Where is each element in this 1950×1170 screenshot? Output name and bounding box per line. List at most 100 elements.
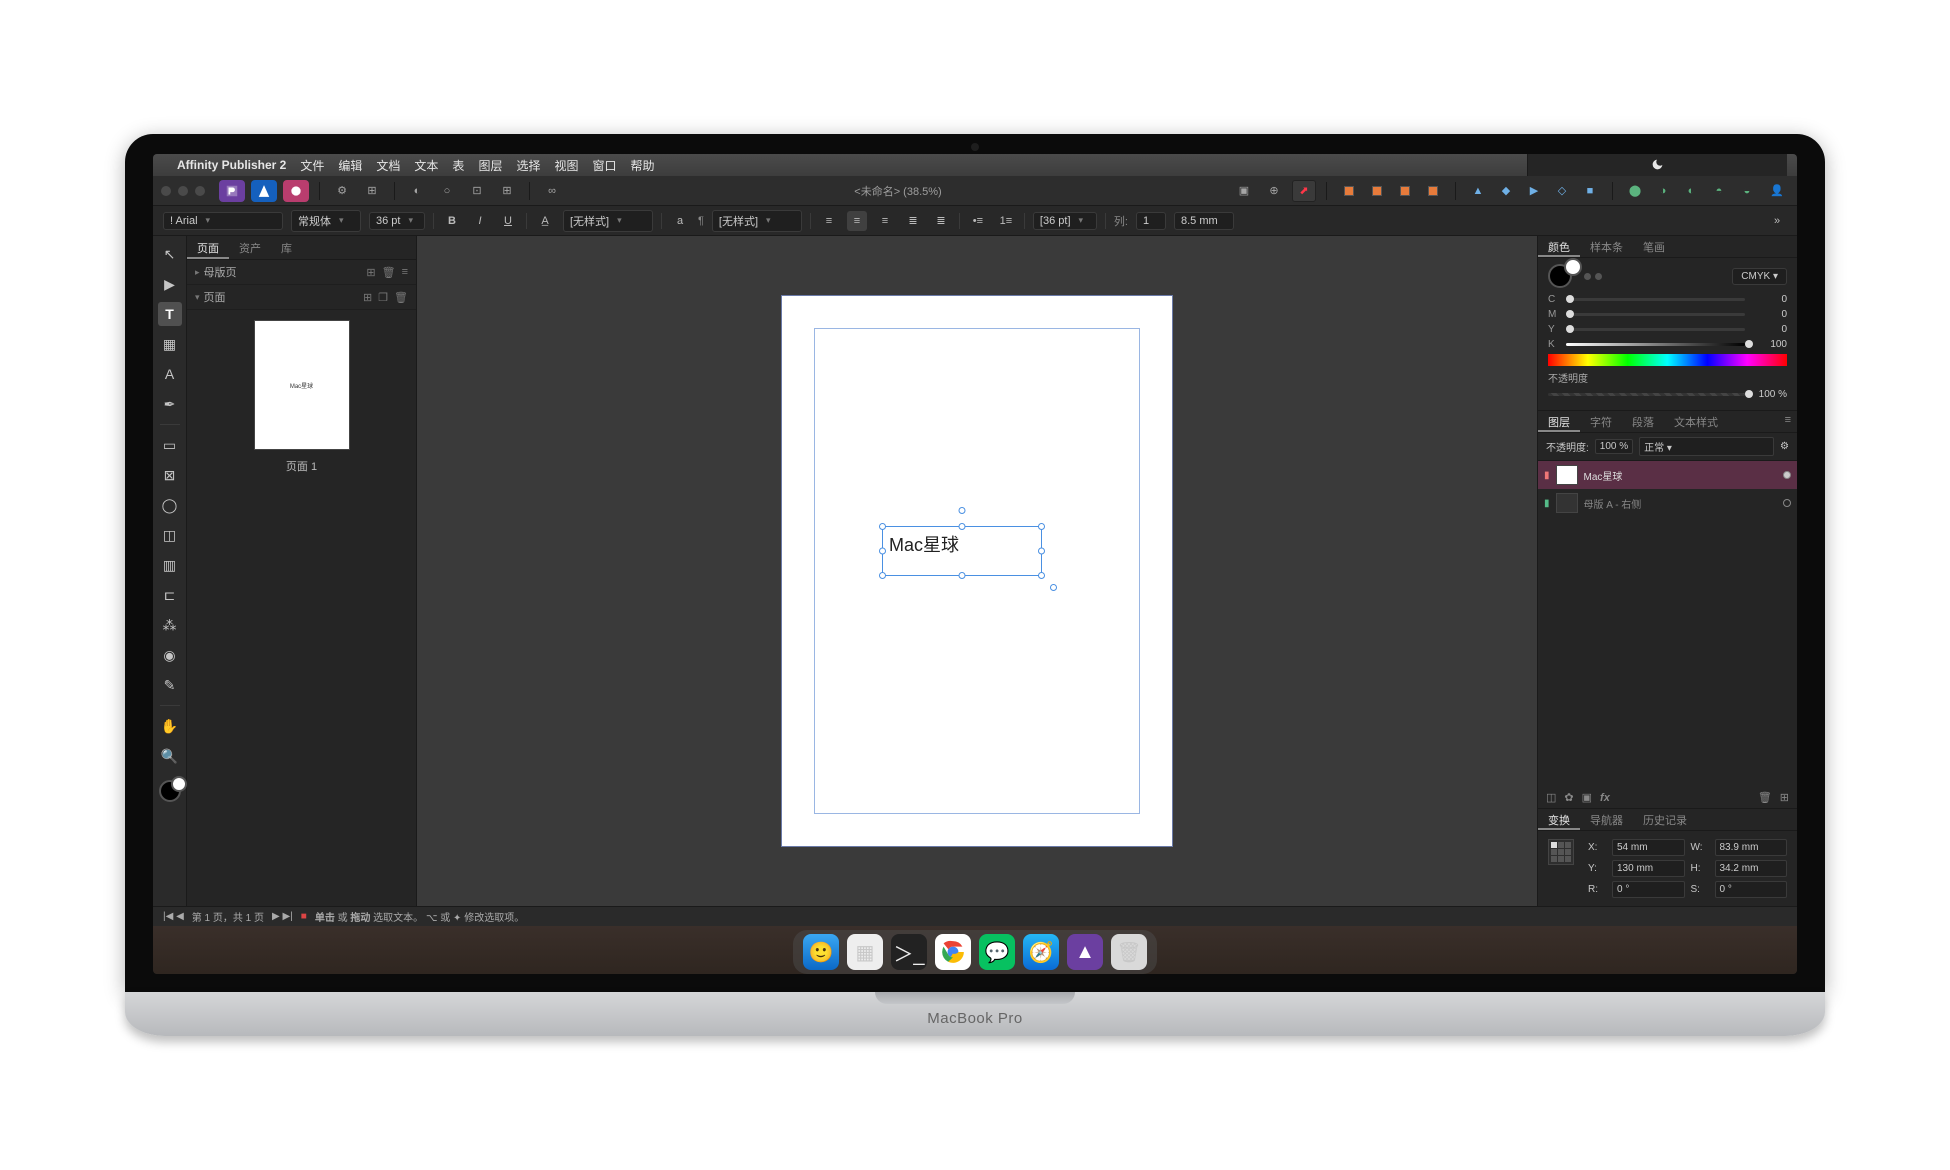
handle-top-right[interactable]: [1038, 523, 1045, 530]
master-add-icon[interactable]: ⊞: [366, 266, 375, 279]
page-add-icon[interactable]: ⊞: [363, 291, 372, 304]
layer-item-1[interactable]: ▮ 母版 A - 右侧: [1538, 489, 1797, 517]
toolbar-btn-6[interactable]: ⊕: [1262, 180, 1286, 202]
align-1[interactable]: ▲: [1466, 180, 1490, 202]
align-5[interactable]: ■: [1578, 180, 1602, 202]
document-page[interactable]: Mac星球: [782, 296, 1172, 846]
arrange-3[interactable]: [1393, 180, 1417, 202]
menu-file[interactable]: 文件: [300, 157, 324, 174]
pages-section[interactable]: 页面 ⊞❐🗑: [187, 285, 416, 310]
tab-paragraph[interactable]: 段落: [1622, 411, 1664, 432]
layer-lock-icon[interactable]: ⚙: [1780, 441, 1789, 452]
font-weight-dropdown[interactable]: 常规体: [291, 210, 361, 232]
align-right-button[interactable]: ≡: [875, 211, 895, 231]
picture-frame-tool[interactable]: ⊠: [158, 463, 182, 487]
menu-select[interactable]: 选择: [516, 157, 540, 174]
fx-icon-1[interactable]: ◫: [1546, 791, 1556, 804]
align-justify-button[interactable]: ≣: [903, 211, 923, 231]
menu-layer[interactable]: 图层: [478, 157, 502, 174]
character-panel-icon[interactable]: A̲: [535, 211, 555, 231]
handle-bot-right[interactable]: [1038, 572, 1045, 579]
align-4[interactable]: ◇: [1550, 180, 1574, 202]
bool-5[interactable]: ◒: [1735, 180, 1759, 202]
status-rec-icon[interactable]: ■: [301, 911, 307, 922]
ellipse-tool[interactable]: ◯: [158, 493, 182, 517]
masters-section[interactable]: 母版页 ⊞🗑≡: [187, 260, 416, 285]
pen-tool[interactable]: ✒: [158, 392, 182, 416]
dock-launchpad[interactable]: ▦: [847, 934, 883, 970]
node-tool[interactable]: ▶: [158, 272, 182, 296]
app-menu[interactable]: Affinity Publisher 2: [177, 158, 286, 172]
text-frame-content[interactable]: Mac星球: [889, 531, 959, 557]
master-menu-icon[interactable]: ≡: [402, 266, 408, 279]
layer-visibility-0[interactable]: [1783, 471, 1791, 479]
text-frame[interactable]: Mac星球: [882, 526, 1042, 576]
menu-text[interactable]: 文本: [414, 157, 438, 174]
persona-designer[interactable]: [251, 180, 277, 202]
transform-s[interactable]: 0 °: [1715, 881, 1788, 898]
dock-wechat[interactable]: 💬: [979, 934, 1015, 970]
char-style-dropdown[interactable]: [无样式]: [712, 210, 802, 232]
tab-pages[interactable]: 页面: [187, 236, 229, 259]
anchor-selector[interactable]: [1548, 839, 1574, 865]
paragraph-style-dropdown[interactable]: [无样式]: [563, 210, 653, 232]
hue-strip[interactable]: [1548, 354, 1787, 366]
dock-trash[interactable]: 🗑: [1111, 934, 1147, 970]
font-family-dropdown[interactable]: ! Arial: [163, 212, 283, 230]
transparency-tool[interactable]: ◉: [158, 643, 182, 667]
handle-bot-left[interactable]: [879, 572, 886, 579]
list-bullet-button[interactable]: •≡: [968, 211, 988, 231]
handle-rotate[interactable]: [959, 507, 966, 514]
bool-3[interactable]: ◐: [1679, 180, 1703, 202]
list-number-button[interactable]: 1≡: [996, 211, 1016, 231]
layer-opacity-field[interactable]: 100 %: [1595, 439, 1633, 454]
layer-visibility-1[interactable]: [1783, 499, 1791, 507]
transform-w[interactable]: 83.9 mm: [1715, 839, 1788, 856]
layer-add-icon[interactable]: ⊞: [1780, 791, 1789, 804]
bold-button[interactable]: B: [442, 211, 462, 231]
handle-mid-left[interactable]: [879, 548, 886, 555]
menu-view[interactable]: 视图: [554, 157, 578, 174]
rectangle-tool[interactable]: ▭: [158, 433, 182, 457]
color-wells[interactable]: [159, 780, 181, 802]
toolbar-btn-5[interactable]: ▣: [1232, 180, 1256, 202]
pan-tool[interactable]: ✋: [158, 714, 182, 738]
slider-k[interactable]: [1566, 343, 1745, 346]
arrange-2[interactable]: [1365, 180, 1389, 202]
window-controls[interactable]: [161, 186, 205, 196]
layer-item-0[interactable]: ▮ Mac星球: [1538, 461, 1797, 489]
persona-publisher[interactable]: [219, 180, 245, 202]
tab-history[interactable]: 历史记录: [1633, 809, 1697, 830]
tab-text-styles[interactable]: 文本样式: [1664, 411, 1728, 432]
bool-1[interactable]: ⬤: [1623, 180, 1647, 202]
shape-tool[interactable]: ▥: [158, 553, 182, 577]
column-gutter[interactable]: 8.5 mm: [1174, 212, 1234, 230]
slider-opacity[interactable]: [1548, 393, 1745, 396]
toolbar-btn-4[interactable]: ⊞: [495, 180, 519, 202]
dock-safari[interactable]: 🧭: [1023, 934, 1059, 970]
transform-h[interactable]: 34.2 mm: [1715, 860, 1788, 877]
tab-assets[interactable]: 资产: [229, 236, 271, 259]
rounded-rect-tool[interactable]: ◫: [158, 523, 182, 547]
color-mode-dropdown[interactable]: CMYK ▾: [1732, 268, 1787, 285]
canvas[interactable]: Mac星球: [417, 236, 1537, 906]
handle-text-flow[interactable]: [1050, 584, 1057, 591]
layer-delete-icon[interactable]: 🗑: [1758, 791, 1772, 804]
menu-help[interactable]: 帮助: [631, 157, 655, 174]
italic-button[interactable]: I: [470, 211, 490, 231]
tab-character[interactable]: 字符: [1580, 411, 1622, 432]
master-delete-icon[interactable]: 🗑: [382, 266, 396, 279]
toolbar-btn-2[interactable]: ○: [435, 180, 459, 202]
tab-stock[interactable]: 库: [271, 236, 302, 259]
page-nav-prev[interactable]: |◀ ◀: [163, 911, 184, 922]
toolbar-btn-1[interactable]: ◐: [405, 180, 429, 202]
font-size-field[interactable]: 36 pt: [369, 212, 425, 230]
handle-mid-right[interactable]: [1038, 548, 1045, 555]
align-left-button[interactable]: ≡: [819, 211, 839, 231]
fx-label[interactable]: fx: [1600, 792, 1610, 804]
dock-chrome[interactable]: [935, 934, 971, 970]
transform-r[interactable]: 0 °: [1612, 881, 1685, 898]
char-style-icon[interactable]: a: [670, 211, 690, 231]
menu-edit[interactable]: 编辑: [338, 157, 362, 174]
bool-4[interactable]: ◓: [1707, 180, 1731, 202]
